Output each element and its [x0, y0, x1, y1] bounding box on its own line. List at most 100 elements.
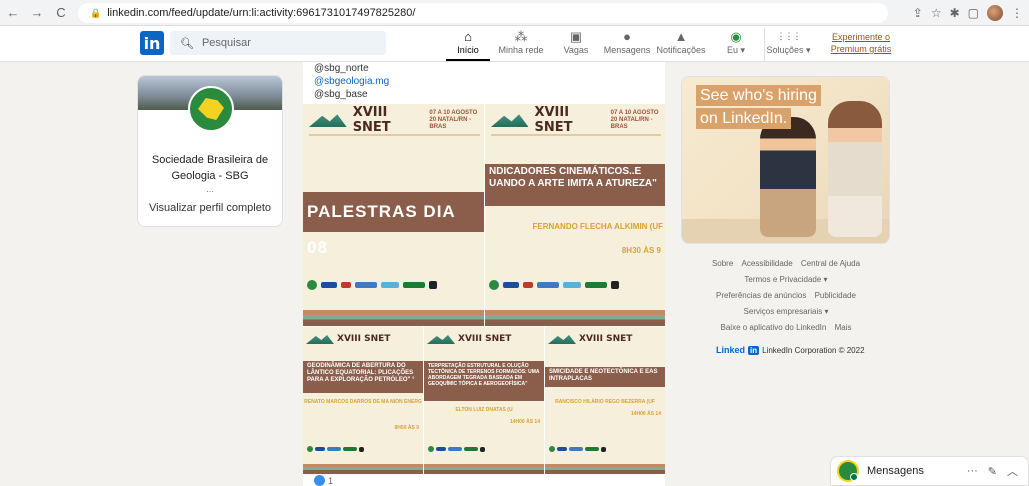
nav-solutions[interactable]: ⋮⋮⋮ Soluções ▾: [764, 28, 812, 61]
event-title: XVIII SNET: [579, 334, 633, 344]
bell-icon: ▲: [674, 29, 688, 44]
compose-icon[interactable]: ✎: [988, 465, 997, 478]
tile-stripes: [424, 464, 544, 474]
nav-me[interactable]: ◉ Eu ▾: [720, 28, 752, 61]
forward-icon[interactable]: →: [26, 2, 48, 24]
search-icon: 🔍︎: [180, 37, 194, 50]
company-name-line1: Sociedade Brasileira de: [151, 154, 269, 166]
like-reaction-icon: [314, 475, 325, 486]
address-bar[interactable]: 🔒 linkedin.com/feed/update/urn:li:activi…: [78, 3, 888, 23]
post-image-tile-2[interactable]: XVIII SNET 07 A 10 AGOSTO 20 NATAL/RN - …: [485, 104, 665, 326]
event-date: 07 A 10 AGOSTO 20 NATAL/RN - BRAS: [429, 109, 478, 130]
header-divider: [309, 134, 480, 136]
menu-icon[interactable]: ⋮: [1011, 6, 1023, 20]
browser-actions: ⇪ ☆ ✱ ▢ ⋮: [913, 3, 1023, 23]
tile-stripes: [485, 310, 665, 326]
nav-notifications[interactable]: ▲ Notificações: [656, 28, 706, 61]
footer-links: Sobre Acessibilidade Central de Ajuda Te…: [682, 256, 890, 336]
search-input[interactable]: 🔍︎ Pesquisar: [170, 31, 386, 55]
tile-band-text: TERPRETAÇÃO ESTRUTURAL E OLUÇÃO TECTÔNIC…: [424, 361, 544, 401]
ad-person-image: [760, 117, 816, 237]
browser-toolbar: ← → C 🔒 linkedin.com/feed/update/urn:li:…: [0, 0, 1029, 26]
sidebar-icon[interactable]: ▢: [968, 6, 979, 20]
tile-speaker: FERNANDO FLECHA ALKIMIN (UF: [532, 222, 663, 231]
event-header: XVIII SNET 07 A 10 AGOSTO 20 NATAL/RN - …: [303, 104, 484, 136]
linkedin-logo-icon: in: [748, 345, 760, 355]
mountain-logo-icon: [427, 335, 455, 344]
messaging-bar[interactable]: Mensagens ··· ✎ ︿: [830, 456, 1029, 486]
back-icon[interactable]: ←: [2, 2, 24, 24]
tile-speaker: RENATO MARCOS DARROS DE MA NION ENERG: [304, 399, 422, 405]
mountain-logo-icon: [548, 335, 576, 344]
nav-home-label: Início: [457, 45, 479, 55]
share-icon[interactable]: ⇪: [913, 6, 923, 20]
footer-link-get-app[interactable]: Baixe o aplicativo do LinkedIn: [721, 323, 827, 332]
post-image-tile-4[interactable]: XVIII SNET TERPRETAÇÃO ESTRUTURAL E OLUÇ…: [424, 327, 544, 474]
sponsor-logos: [303, 278, 484, 292]
event-title: XVIII SNET: [534, 105, 573, 135]
linkedin-corporation: Linked in LinkedIn Corporation © 2022: [716, 345, 865, 355]
search-placeholder: Pesquisar: [201, 37, 251, 49]
post-image-tile-1[interactable]: XVIII SNET 07 A 10 AGOSTO 20 NATAL/RN - …: [303, 104, 484, 326]
handle-sbg-norte: @sbg_norte: [314, 63, 369, 74]
nav-jobs-label: Vagas: [563, 45, 589, 55]
hiring-ad[interactable]: See who's hiring on LinkedIn.: [681, 76, 890, 244]
premium-line1: Experimente o: [831, 32, 891, 42]
footer-link-more[interactable]: Mais: [835, 323, 852, 332]
collapse-icon[interactable]: ︿: [1007, 463, 1018, 479]
footer-link-about[interactable]: Sobre: [712, 259, 733, 268]
footer-link-terms[interactable]: Termos e Privacidade ▾: [744, 275, 827, 284]
nav-network-label: Minha rede: [498, 45, 544, 55]
nav-home[interactable]: ⌂ Início: [446, 28, 490, 61]
linkedin-logo-icon[interactable]: in: [140, 31, 164, 55]
tile-stripes: [303, 464, 423, 474]
nav-messages[interactable]: ● Mensagens: [604, 28, 651, 61]
ad-headline: See who's hiring on LinkedIn.: [696, 85, 821, 131]
star-icon[interactable]: ☆: [931, 6, 942, 20]
post-image-mosaic[interactable]: XVIII SNET 07 A 10 AGOSTO 20 NATAL/RN - …: [303, 104, 665, 474]
footer-link-advertising[interactable]: Publicidade: [815, 291, 856, 300]
company-name[interactable]: Sociedade Brasileira de Geologia - SBG: [138, 152, 282, 184]
briefcase-icon: ▣: [569, 29, 583, 44]
feed-post: @sbg_norte @sbgeologia.mg @sbg_base XVII…: [303, 62, 665, 486]
event-date: 07 A 10 AGOSTO 20 NATAL/RN - BRAS: [610, 109, 659, 130]
handle-sbgeologia-link[interactable]: @sbgeologia.mg: [314, 75, 389, 88]
copyright-text: LinkedIn Corporation © 2022: [762, 345, 865, 355]
post-image-tile-3[interactable]: XVIII SNET GEODINÂMICA DE ABERTURA DO LÂ…: [303, 327, 423, 474]
tile-stripes: [303, 310, 484, 326]
network-icon: ⁂: [514, 29, 528, 44]
lock-icon: 🔒: [90, 7, 102, 18]
tile-speaker: ELTON LUIZ DNATAS (U: [455, 407, 513, 413]
url-text: linkedin.com/feed/update/urn:li:activity…: [107, 7, 416, 19]
company-logo-avatar[interactable]: [188, 86, 234, 132]
header-divider: [491, 134, 661, 136]
footer-link-business-services[interactable]: Serviços empresariais ▾: [744, 307, 829, 316]
footer-link-ad-preferences[interactable]: Preferências de anúncios: [716, 291, 806, 300]
sponsor-logos: [485, 278, 665, 292]
view-full-profile-link[interactable]: Visualizar perfil completo: [138, 202, 282, 214]
browser-profile-avatar[interactable]: [987, 5, 1003, 21]
event-title: XVIII SNET: [337, 334, 391, 344]
grid-icon: ⋮⋮⋮: [776, 31, 802, 41]
more-options-icon[interactable]: ···: [967, 465, 978, 477]
tile-band-text: SMICIDADE E NEOTECTÔNICA E EAS INTRAPLAC…: [545, 367, 665, 387]
extensions-icon[interactable]: ✱: [950, 6, 960, 20]
mountain-logo-icon: [491, 114, 529, 127]
linkedin-wordmark: Linked: [716, 345, 746, 355]
footer-link-accessibility[interactable]: Acessibilidade: [742, 259, 793, 268]
footer-link-help[interactable]: Central de Ajuda: [801, 259, 860, 268]
tile-band-text: PALESTRAS DIA 08: [303, 192, 484, 257]
post-image-tile-5[interactable]: XVIII SNET SMICIDADE E NEOTECTÔNICA E EA…: [545, 327, 665, 474]
reaction-summary[interactable]: 1: [314, 475, 333, 486]
reload-icon[interactable]: C: [50, 2, 72, 24]
linkedin-header: in 🔍︎ Pesquisar ⌂ Início ⁂ Minha rede ▣ …: [0, 26, 1029, 62]
tile-band-text: NDICADORES CINEMÁTICOS..E UANDO A ARTE I…: [485, 164, 665, 206]
nav-network[interactable]: ⁂ Minha rede: [498, 28, 544, 61]
nav-jobs[interactable]: ▣ Vagas: [558, 28, 594, 61]
reaction-count: 1: [328, 475, 334, 486]
tile-band-text: GEODINÂMICA DE ABERTURA DO LÂNTICO EQUAT…: [303, 361, 423, 393]
profile-divider: ...: [206, 184, 214, 194]
event-header: XVIII SNET: [424, 327, 544, 351]
nav-notifications-label: Notificações: [656, 45, 706, 55]
premium-link[interactable]: Experimente o Premium grátis: [826, 31, 896, 55]
